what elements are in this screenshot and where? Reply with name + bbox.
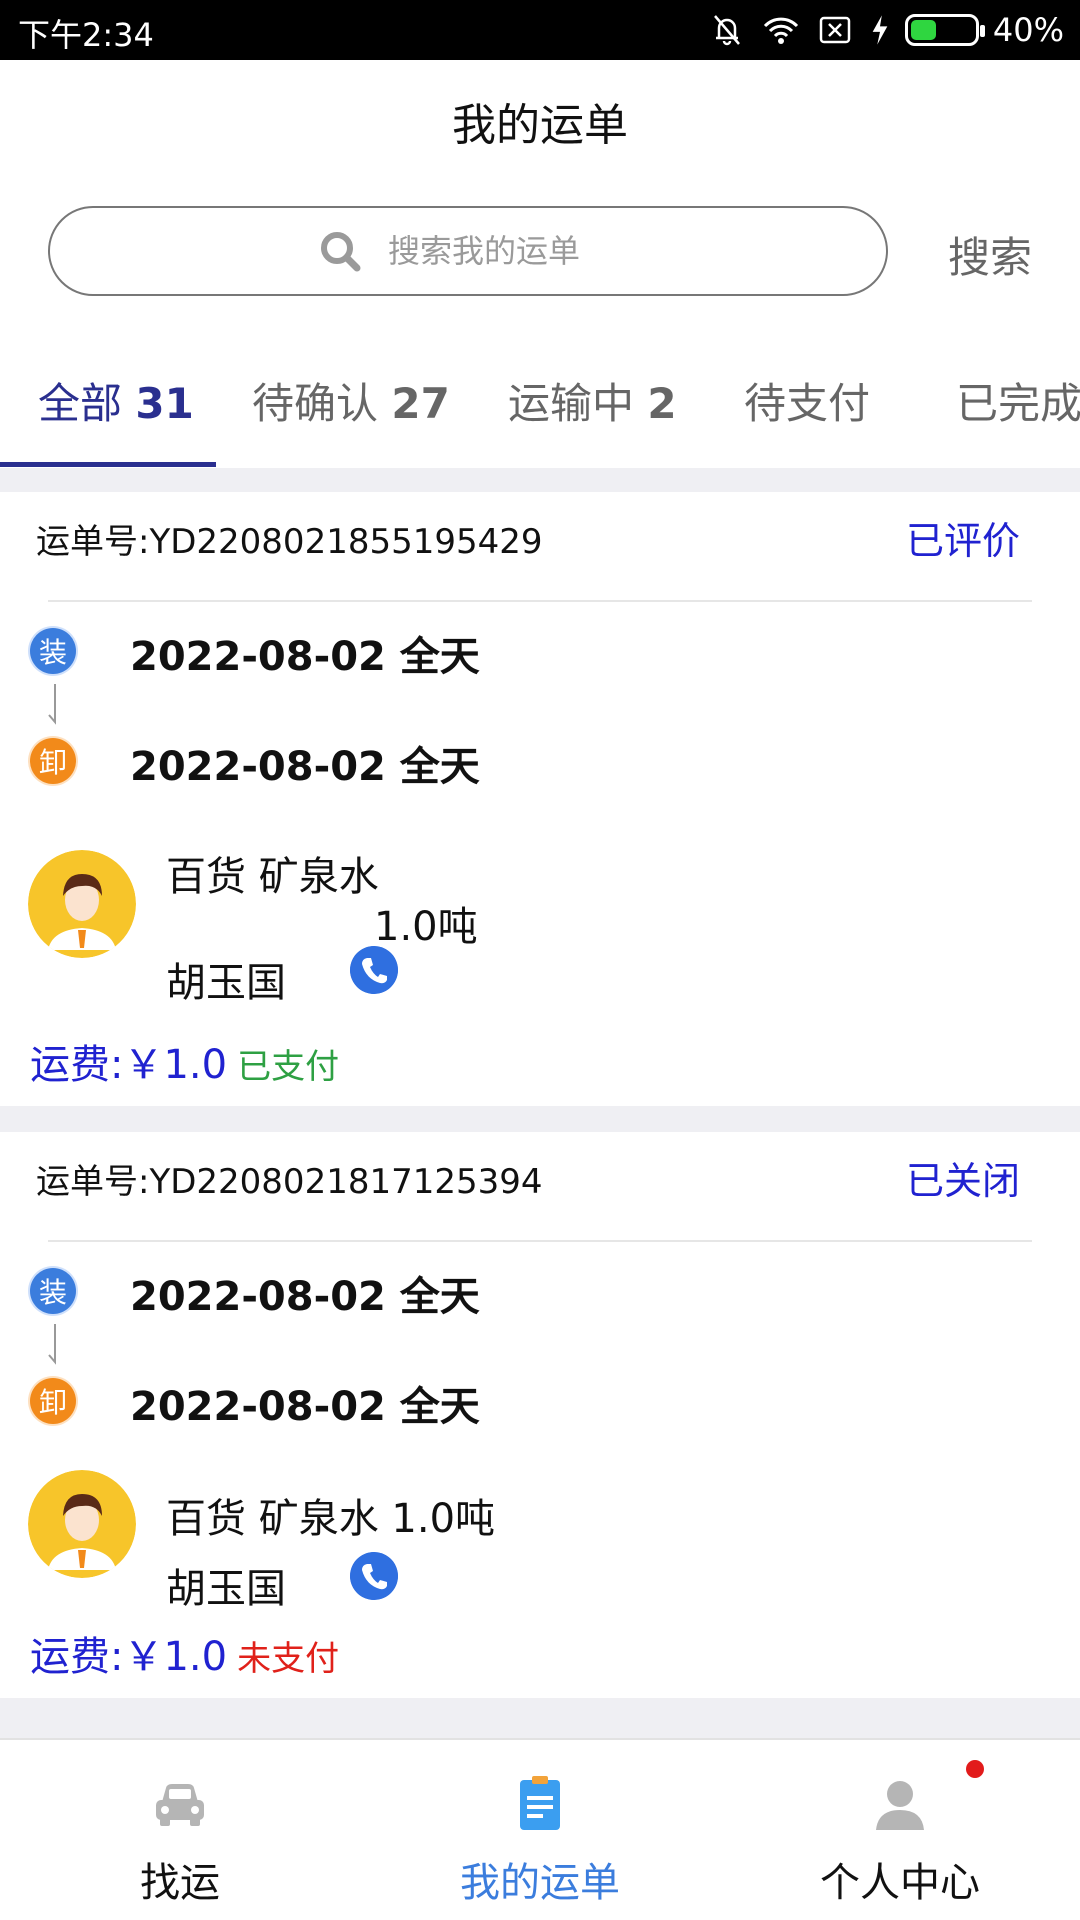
waybill-icon bbox=[520, 1776, 560, 1830]
nav-find-cargo[interactable]: 找运 bbox=[0, 1740, 360, 1920]
active-tab-indicator bbox=[0, 462, 216, 467]
waybill-number: 运单号:YD2208021817125394 bbox=[36, 1162, 543, 1202]
driver-avatar bbox=[28, 850, 136, 958]
search-input[interactable] bbox=[388, 232, 618, 270]
unload-date: 2022-08-02 全天 bbox=[130, 744, 480, 790]
cargo-info: 百货 矿泉水 1.0吨 bbox=[166, 1496, 496, 1542]
arrow-down-icon bbox=[48, 1324, 56, 1365]
nav-my-waybills[interactable]: 我的运单 bbox=[360, 1740, 720, 1920]
battery-icon bbox=[904, 14, 985, 46]
arrow-down-icon bbox=[48, 684, 56, 725]
unload-date: 2022-08-02 全天 bbox=[130, 1384, 480, 1430]
tab-count: 31 bbox=[135, 379, 194, 428]
nav-label: 我的运单 bbox=[460, 1860, 620, 1906]
no-sim-icon bbox=[819, 16, 851, 44]
waybill-status[interactable]: 已关闭 bbox=[906, 1150, 1020, 1205]
unload-badge: 卸 bbox=[30, 738, 76, 784]
fee-amount: 运费:￥1.0 bbox=[30, 1634, 228, 1680]
tab-pending-confirm[interactable]: 待确认 27 bbox=[252, 370, 450, 431]
waybill-status[interactable]: 已评价 bbox=[906, 510, 1020, 565]
cargo-info: 百货 矿泉水 bbox=[166, 854, 379, 900]
person-icon bbox=[876, 1781, 924, 1830]
cargo-weight: 1.0吨 bbox=[374, 904, 478, 950]
tab-all[interactable]: 全部 31 bbox=[38, 370, 194, 431]
divider bbox=[48, 1240, 1032, 1242]
waybill-card[interactable]: 运单号:YD2208021855195429 已评价 装 2022-08-02 … bbox=[0, 492, 1080, 1106]
status-icons: 40% bbox=[707, 8, 1064, 52]
divider bbox=[48, 600, 1032, 602]
unload-badge: 卸 bbox=[30, 1378, 76, 1424]
waybill-number: 运单号:YD2208021855195429 bbox=[36, 522, 543, 562]
freight-fee: 运费:￥1.0 已支付 bbox=[30, 1032, 339, 1090]
tab-count: 27 bbox=[391, 379, 450, 428]
bottom-nav: 找运 我的运单 个人中心 bbox=[0, 1738, 1080, 1920]
page-title: 我的运单 bbox=[452, 100, 628, 151]
tab-count: 2 bbox=[647, 379, 677, 428]
load-badge: 装 bbox=[30, 628, 76, 674]
section-divider bbox=[0, 1106, 1080, 1132]
car-icon bbox=[156, 1784, 204, 1826]
tab-label: 待支付 bbox=[744, 379, 871, 428]
search-button[interactable]: 搜索 bbox=[948, 224, 1032, 285]
tab-label: 待确认 bbox=[252, 379, 379, 428]
section-divider bbox=[0, 1698, 1080, 1738]
status-tabs: 全部 31 待确认 27 运输中 2 待支付 已完成 bbox=[0, 350, 1080, 468]
load-date: 2022-08-02 全天 bbox=[130, 634, 480, 680]
notification-dot bbox=[966, 1760, 984, 1778]
app-header: 我的运单 bbox=[0, 60, 1080, 182]
section-divider bbox=[0, 468, 1080, 492]
driver-name: 胡玉国 bbox=[166, 1566, 286, 1612]
load-date: 2022-08-02 全天 bbox=[130, 1274, 480, 1320]
tab-label: 全部 bbox=[38, 379, 123, 428]
tab-pending-payment[interactable]: 待支付 bbox=[744, 370, 870, 431]
load-badge: 装 bbox=[30, 1268, 76, 1314]
search-bar: 搜索 bbox=[0, 206, 1080, 298]
battery-percent: 40% bbox=[992, 11, 1064, 49]
status-time: 下午2:34 bbox=[18, 16, 154, 54]
search-icon bbox=[321, 232, 361, 272]
tab-label: 已完成 bbox=[956, 379, 1080, 428]
payment-status: 已支付 bbox=[237, 1047, 340, 1087]
nav-label: 找运 bbox=[140, 1860, 220, 1906]
freight-fee: 运费:￥1.0 未支付 bbox=[30, 1624, 339, 1682]
driver-avatar bbox=[28, 1470, 136, 1578]
nav-profile[interactable]: 个人中心 bbox=[720, 1740, 1080, 1920]
tab-label: 运输中 bbox=[508, 379, 635, 428]
phone-icon[interactable] bbox=[350, 946, 398, 994]
wifi-icon bbox=[763, 17, 798, 44]
tab-completed[interactable]: 已完成 bbox=[956, 370, 1080, 431]
charging-icon bbox=[872, 15, 888, 45]
status-bar: 下午2:34 40% bbox=[0, 0, 1080, 60]
waybill-card[interactable]: 运单号:YD2208021817125394 已关闭 装 2022-08-02 … bbox=[0, 1132, 1080, 1698]
nav-label: 个人中心 bbox=[820, 1860, 980, 1906]
fee-amount: 运费:￥1.0 bbox=[30, 1042, 228, 1088]
search-box[interactable] bbox=[48, 206, 888, 296]
tab-in-transit[interactable]: 运输中 2 bbox=[508, 370, 677, 431]
payment-status: 未支付 bbox=[237, 1639, 340, 1679]
mute-bell-icon bbox=[713, 15, 740, 46]
driver-name: 胡玉国 bbox=[166, 960, 286, 1006]
phone-icon[interactable] bbox=[350, 1552, 398, 1600]
